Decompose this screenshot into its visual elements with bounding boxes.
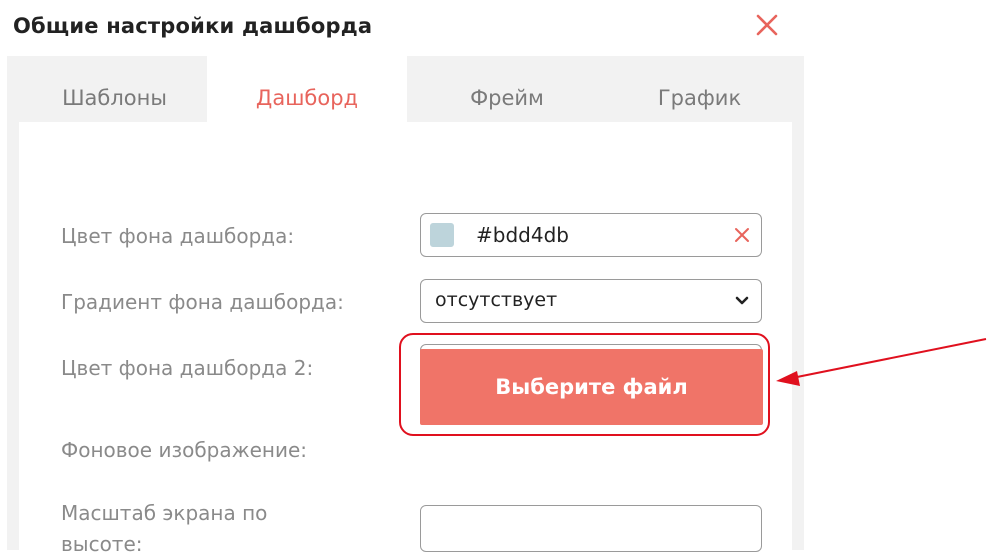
dialog-title: Общие настройки дашборда bbox=[13, 14, 373, 38]
gradient-select[interactable]: отсутствует bbox=[420, 279, 762, 323]
close-icon[interactable] bbox=[752, 10, 782, 40]
chevron-down-icon bbox=[735, 296, 749, 305]
tab-frame[interactable]: Фрейм bbox=[407, 56, 607, 122]
gradient-label: Градиент фона дашборда: bbox=[61, 290, 344, 314]
bg-image-label: Фоновое изображение: bbox=[61, 438, 308, 462]
gradient-value: отсутствует bbox=[435, 289, 558, 311]
bg-color-field[interactable]: #bdd4db bbox=[420, 213, 762, 257]
scale-label-line1: Масштаб экрана по bbox=[61, 501, 268, 525]
tab-dashboard[interactable]: Дашборд bbox=[207, 56, 407, 122]
bg-color2-label: Цвет фона дашборда 2: bbox=[61, 356, 314, 380]
bg-color-value: #bdd4db bbox=[476, 223, 569, 247]
tab-chart[interactable]: График bbox=[607, 56, 792, 122]
scale-input[interactable] bbox=[420, 505, 762, 552]
color-swatch[interactable] bbox=[430, 223, 454, 247]
scale-label-line2: высоте: bbox=[61, 532, 143, 556]
clear-icon[interactable] bbox=[733, 226, 751, 244]
tab-templates[interactable]: Шаблоны bbox=[22, 56, 207, 122]
bg-color-label: Цвет фона дашборда: bbox=[61, 224, 295, 248]
pointer-arrow-icon bbox=[776, 338, 987, 386]
highlight-frame bbox=[399, 333, 770, 436]
settings-dialog: Шаблоны Дашборд Фрейм График Цвет фона д… bbox=[7, 56, 804, 556]
